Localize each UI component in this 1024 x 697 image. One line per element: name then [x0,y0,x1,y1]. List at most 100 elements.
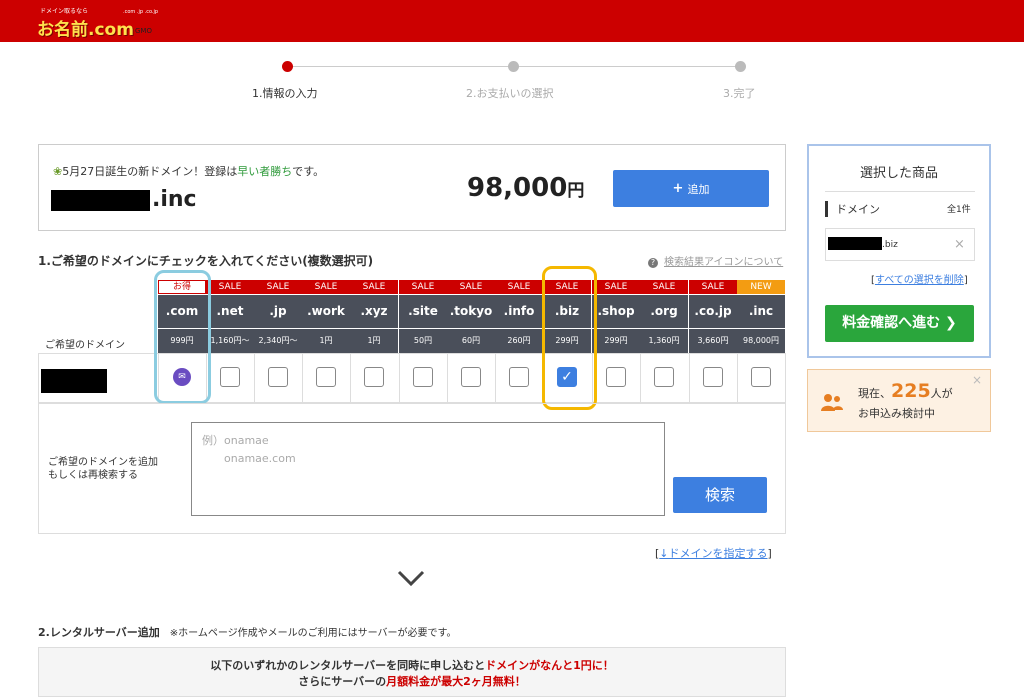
domain-price: 299円 [592,329,640,353]
clear-all-link[interactable]: [すべての選択を削除] [871,271,968,286]
domain-row-label: ご希望のドメイン [45,340,125,351]
domain-tld: .site [399,295,447,328]
domain-tld: .work [302,295,350,328]
domain-label: ドメイン [825,201,880,217]
column-divider [737,353,738,403]
domain-price: 1,360円 [640,329,688,353]
add-button[interactable]: + 追加 [613,170,769,207]
domain-price: 2,340円～ [254,329,302,353]
domain-badge: SALE [206,280,254,294]
domain-checkbox[interactable] [654,367,674,387]
panel-title: 選択した商品 [859,166,938,181]
section2-title-row: 2.レンタルサーバー追加 ※ホームページ作成やメールのご利用にはサーバーが必要です… [38,624,457,640]
domain-checkbox[interactable] [751,367,771,387]
logo-text: お名前.com [37,20,134,40]
step-label-3: 3.完了 [723,87,756,100]
domain-column-inc: NEW .inc 98,000円 [737,280,785,353]
add-search-label-line: もしくは再検索する [48,470,138,481]
domain-tld: .inc [737,295,785,328]
domain-checkbox[interactable] [268,367,288,387]
domain-checkbox[interactable] [316,367,336,387]
domain-price: 98,000円 [737,329,785,353]
add-search-box: ご希望のドメインを追加 もしくは再検索する 例）onamae onamae.com… [38,403,786,534]
domain-checkbox[interactable] [220,367,240,387]
column-divider [447,353,448,403]
logo-gmo: GMO [135,27,152,35]
domain-checkbox[interactable] [509,367,529,387]
viewers-line2: お申込み検討中 [858,407,935,420]
highlight-biz [542,266,597,410]
domain-column-net: SALE .net 1,160円～ [206,280,254,353]
domain-column-xyz: SALE .xyz 1円 [350,280,398,353]
step-dot-2 [508,61,519,72]
row-border [785,353,786,403]
domain-badge: NEW [737,280,785,294]
redacted-domain [51,190,150,211]
selected-domain-item: .biz × [825,228,975,261]
domain-column-work: SALE .work 1円 [302,280,350,353]
viewers-notice: 現在、225人が お申込み検討中 × [807,369,991,432]
search-button[interactable]: 検索 [673,477,767,513]
domain-column-shop: SALE .shop 299円 [592,280,640,353]
section2-title: 2.レンタルサーバー追加 [38,626,160,639]
domain-checkbox[interactable] [461,367,481,387]
domain-price: 60円 [447,329,495,353]
step-label-1: 1.情報の入力 [252,87,318,100]
plus-icon: + [672,181,684,196]
step-label-2: 2.お支払いの選択 [466,87,554,100]
domain-tld: .shop [592,295,640,328]
column-divider [495,353,496,403]
row-border [38,353,39,403]
viewers-count-line: 現在、225人が [858,380,953,402]
column-divider [689,353,690,403]
site-header: ドメイン取るなら お名前.com .com .jp .co.jp GMO [0,0,1024,42]
logo-sub: .com .jp .co.jp [123,9,159,15]
question-icon: ? [648,258,658,268]
column-divider [302,353,303,403]
promo-box: ❀5月27日誕生の新ドメイン！登録は早い者勝ちです。 .inc 98,000円 … [38,144,786,231]
column-divider [399,353,400,403]
domain-tld: .info [495,295,543,328]
domain-checkbox[interactable] [703,367,723,387]
step-dot-3 [735,61,746,72]
domain-checkbox[interactable] [606,367,626,387]
section2-note: ※ホームページ作成やメールのご利用にはサーバーが必要です。 [169,628,457,639]
domain-price: 1円 [302,329,350,353]
icon-help-link[interactable]: ? 検索結果アイコンについて [648,253,783,268]
domain-badge: SALE [350,280,398,294]
domain-badge: SALE [399,280,447,294]
section1-title: 1.ご希望のドメインにチェックを入れてください(複数選択可) [38,254,374,268]
domain-badge: SALE [495,280,543,294]
domain-checkbox[interactable] [364,367,384,387]
domain-column-info: SALE .info 260円 [495,280,543,353]
specify-domain-link[interactable]: [↓ドメインを指定する] [655,545,772,561]
remove-icon[interactable]: × [954,237,965,252]
chevron-down-icon[interactable] [396,567,426,589]
selected-tld: .biz [882,240,898,250]
server-banner: 以下のいずれかのレンタルサーバーを同時に申し込むとドメインがなんと1円に！ さら… [38,647,786,697]
domain-price: 1円 [350,329,398,353]
selected-items-panel: 選択した商品 ドメイン 全1件 .biz × [すべての選択を削除] 料金確認へ… [807,144,991,358]
confirm-price-button[interactable]: 料金確認へ進む ❯ [825,305,974,342]
domain-tld: .co.jp [689,295,737,328]
domain-tld: .tokyo [447,295,495,328]
domain-column-org: SALE .org 1,360円 [640,280,688,353]
domain-column-site: SALE .site 50円 [399,280,447,353]
domain-tld: .net [206,295,254,328]
logo-tagline: ドメイン取るなら [40,8,89,15]
domain-price: 50円 [399,329,447,353]
redacted-domain [41,369,107,393]
domain-tld: .org [640,295,688,328]
domain-column-jp: SALE .jp 2,340円～ [254,280,302,353]
domain-badge: SALE [592,280,640,294]
search-placeholder: 例）onamae onamae.com [202,434,296,465]
column-divider [640,353,641,403]
promo-price: 98,000円 [467,173,585,203]
domain-badge: SALE [302,280,350,294]
divider [825,191,975,192]
promo-message: ❀5月27日誕生の新ドメイン！登録は早い者勝ちです。 [53,165,325,178]
close-icon[interactable]: × [972,373,982,387]
add-search-label: ご希望のドメインを追加 もしくは再検索する [48,456,158,482]
domain-tld: .jp [254,295,302,328]
domain-checkbox[interactable] [413,367,433,387]
